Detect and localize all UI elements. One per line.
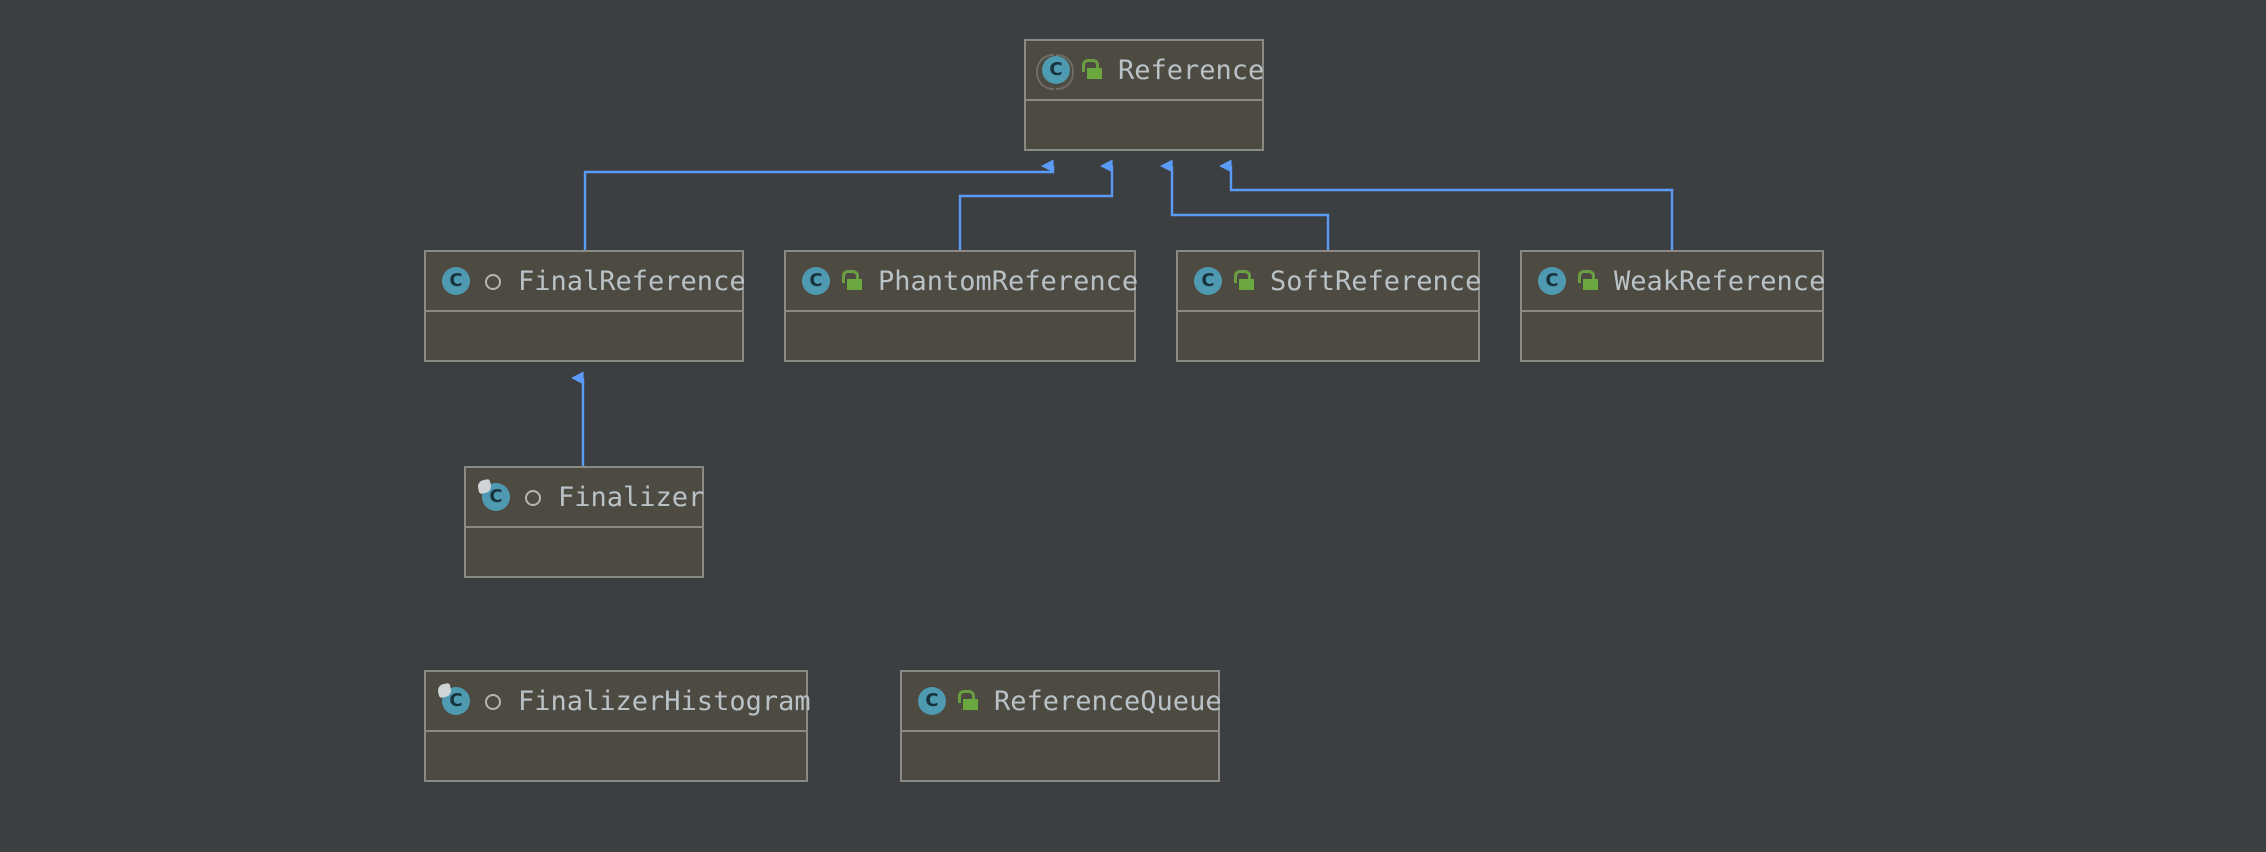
- node-header: C FinalizerHistogram: [426, 672, 811, 732]
- node-members-compartment: [466, 528, 702, 576]
- node-title: FinalReference: [518, 265, 746, 297]
- node-header: C FinalReference: [426, 252, 746, 312]
- uml-class-node-reference[interactable]: C Reference: [1024, 39, 1264, 151]
- package-circle-icon: [485, 274, 501, 290]
- uml-class-node-phantomreference[interactable]: C PhantomReference: [784, 250, 1138, 362]
- node-members-compartment: [902, 732, 1218, 780]
- uml-class-node-finalizerhistogram[interactable]: C FinalizerHistogram: [424, 670, 811, 782]
- node-header: C WeakReference: [1522, 252, 1826, 312]
- node-members-compartment: [1178, 312, 1478, 360]
- class-icon: C: [1534, 264, 1568, 298]
- uml-class-node-finalizer[interactable]: C Finalizer: [464, 466, 704, 578]
- class-icon: C: [476, 478, 512, 514]
- edge-weakreference-to-reference: [1218, 159, 1674, 250]
- package-circle-icon: [485, 694, 501, 710]
- node-title: ReferenceQueue: [994, 685, 1222, 717]
- node-title: Finalizer: [558, 481, 705, 513]
- class-icon: C: [436, 682, 472, 718]
- edge-softreference-to-reference: [1159, 159, 1330, 250]
- unlocked-padlock-icon: [1233, 270, 1255, 292]
- class-icon: C: [914, 684, 948, 718]
- edge-finalreference-to-reference: [583, 159, 1055, 250]
- node-members-compartment: [426, 312, 742, 360]
- uml-class-node-softreference[interactable]: C SoftReference: [1176, 250, 1482, 362]
- node-members-compartment: [1026, 101, 1262, 149]
- unlocked-padlock-icon: [957, 690, 979, 712]
- node-members-compartment: [426, 732, 806, 780]
- package-circle-icon: [525, 490, 541, 506]
- class-icon: C: [438, 264, 472, 298]
- uml-class-node-referencequeue[interactable]: C ReferenceQueue: [900, 670, 1222, 782]
- uml-class-node-finalreference[interactable]: C FinalReference: [424, 250, 746, 362]
- class-icon: C: [1036, 53, 1074, 90]
- edge-phantomreference-to-reference: [958, 159, 1114, 250]
- node-members-compartment: [786, 312, 1134, 360]
- node-title: PhantomReference: [878, 265, 1139, 297]
- node-title: FinalizerHistogram: [518, 685, 811, 717]
- node-title: WeakReference: [1614, 265, 1826, 297]
- unlocked-padlock-icon: [1577, 270, 1599, 292]
- node-header: C Reference: [1026, 41, 1265, 101]
- node-header: C PhantomReference: [786, 252, 1138, 312]
- node-header: C Finalizer: [466, 468, 705, 528]
- unlocked-padlock-icon: [841, 270, 863, 292]
- node-header: C SoftReference: [1178, 252, 1482, 312]
- uml-class-node-weakreference[interactable]: C WeakReference: [1520, 250, 1826, 362]
- node-title: Reference: [1118, 54, 1265, 86]
- class-icon: C: [1190, 264, 1224, 298]
- unlocked-padlock-icon: [1081, 59, 1103, 81]
- node-title: SoftReference: [1270, 265, 1482, 297]
- uml-diagram-canvas: C Reference C FinalReference C PhantomRe…: [0, 0, 2266, 852]
- class-icon: C: [798, 264, 832, 298]
- node-members-compartment: [1522, 312, 1822, 360]
- node-header: C ReferenceQueue: [902, 672, 1222, 732]
